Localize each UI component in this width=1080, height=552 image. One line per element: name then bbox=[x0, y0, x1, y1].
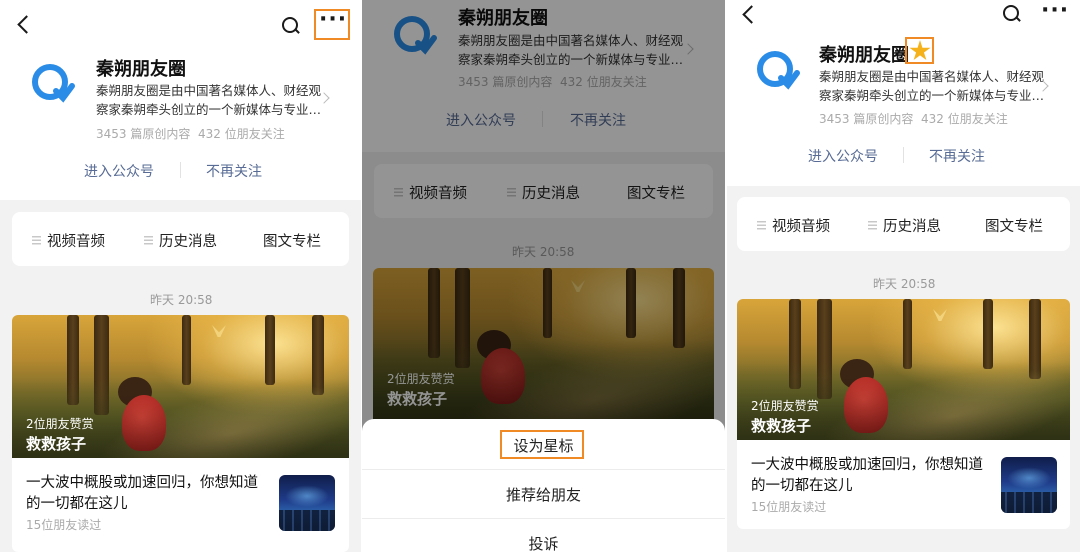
more-highlight bbox=[314, 9, 350, 40]
account-menu: 视频音频 历史消息 图文专栏 bbox=[12, 212, 349, 266]
menu-icon bbox=[757, 221, 766, 230]
article-meta: 15位朋友读过 bbox=[26, 518, 102, 532]
back-icon[interactable] bbox=[12, 14, 36, 38]
set-star-highlight bbox=[500, 430, 584, 459]
article-title: 一大波中概股或加速回归，你想知道 的一切都在这儿 bbox=[26, 473, 258, 515]
unfollow-button[interactable]: 不再关注 bbox=[206, 161, 262, 181]
divider bbox=[362, 469, 725, 470]
article-title-line: 的一切都在这儿 bbox=[26, 496, 128, 512]
header-section: ··· 秦朔朋友圈 秦朔朋友圈是由中国著名媒体人、财经观 察家秦朔牵头创立的一个… bbox=[727, 0, 1080, 186]
cover-subtitle: 2位朋友赞赏 bbox=[751, 399, 819, 413]
feed-date: 昨天 20:58 bbox=[150, 293, 213, 307]
article-title-line: 的一切都在这儿 bbox=[751, 478, 853, 494]
menu-item-history[interactable]: 历史消息 bbox=[868, 215, 941, 236]
article-thumbnail bbox=[279, 475, 335, 531]
account-menu: 视频音频 历史消息 图文专栏 bbox=[737, 197, 1070, 251]
feed-date: 昨天 20:58 bbox=[873, 277, 936, 291]
description-line: 秦朔朋友圈是由中国著名媒体人、财经观 bbox=[96, 83, 322, 98]
account-logo bbox=[751, 45, 801, 95]
account-name: 秦朔朋友圈 bbox=[819, 45, 909, 66]
articles-count: 3453 篇原创内容 bbox=[819, 112, 914, 126]
article-title-line: 一大波中概股或加速回归，你想知道 bbox=[26, 475, 258, 491]
article-title-line: 一大波中概股或加速回归，你想知道 bbox=[751, 457, 983, 473]
menu-item-video[interactable]: 视频音频 bbox=[757, 215, 830, 236]
action-sheet: 设为星标 推荐给朋友 投诉 bbox=[362, 419, 725, 552]
description-line: 察家秦朔牵头创立的一个新媒体与专业… bbox=[96, 102, 322, 117]
cover-title: 救救孩子 bbox=[751, 417, 812, 435]
friends-following: 432 位朋友关注 bbox=[921, 112, 1008, 126]
account-stats: 3453 篇原创内容 432 位朋友关注 bbox=[819, 110, 1008, 127]
description-line: 秦朔朋友圈是由中国著名媒体人、财经观 bbox=[819, 69, 1045, 84]
menu-icon bbox=[144, 236, 153, 245]
account-name: 秦朔朋友圈 bbox=[96, 59, 186, 80]
article-title: 一大波中概股或加速回归，你想知道 的一切都在这儿 bbox=[751, 455, 983, 497]
menu-icon bbox=[868, 221, 877, 230]
search-icon[interactable] bbox=[280, 15, 302, 37]
cover-title: 救救孩子 bbox=[26, 435, 87, 453]
menu-label: 图文专栏 bbox=[985, 219, 1043, 235]
articles-count: 3453 篇原创内容 bbox=[96, 127, 191, 141]
unfollow-button[interactable]: 不再关注 bbox=[929, 146, 985, 166]
menu-item-column[interactable]: 图文专栏 bbox=[985, 215, 1043, 236]
account-description: 秦朔朋友圈是由中国著名媒体人、财经观 察家秦朔牵头创立的一个新媒体与专业… bbox=[96, 81, 321, 119]
enter-account-button[interactable]: 进入公众号 bbox=[808, 146, 878, 166]
recommend-button[interactable]: 推荐给朋友 bbox=[362, 484, 725, 505]
report-button[interactable]: 投诉 bbox=[362, 533, 725, 552]
divider bbox=[903, 147, 904, 163]
article-card[interactable]: 2位朋友赞赏 救救孩子 一大波中概股或加速回归，你想知道 的一切都在这儿 15位… bbox=[737, 299, 1070, 529]
header-section: ··· 秦朔朋友圈 秦朔朋友圈是由中国著名媒体人、财经观 察家秦朔牵头创立的一个… bbox=[0, 0, 361, 200]
menu-label: 视频音频 bbox=[47, 234, 105, 250]
cover-image: 2位朋友赞赏 救救孩子 bbox=[12, 315, 349, 458]
account-description: 秦朔朋友圈是由中国著名媒体人、财经观 察家秦朔牵头创立的一个新媒体与专业… bbox=[819, 67, 1044, 105]
panel-starred: ··· 秦朔朋友圈 秦朔朋友圈是由中国著名媒体人、财经观 察家秦朔牵头创立的一个… bbox=[727, 0, 1080, 552]
search-icon[interactable] bbox=[1001, 3, 1023, 25]
divider bbox=[362, 518, 725, 519]
panel-profile: ··· 秦朔朋友圈 秦朔朋友圈是由中国著名媒体人、财经观 察家秦朔牵头创立的一个… bbox=[0, 0, 361, 552]
divider bbox=[180, 162, 181, 178]
back-icon[interactable] bbox=[737, 4, 761, 28]
menu-label: 历史消息 bbox=[159, 234, 217, 250]
account-stats: 3453 篇原创内容 432 位朋友关注 bbox=[96, 125, 285, 142]
menu-label: 图文专栏 bbox=[263, 234, 321, 250]
menu-label: 视频音频 bbox=[772, 219, 830, 235]
article-meta: 15位朋友读过 bbox=[751, 500, 827, 514]
menu-item-history[interactable]: 历史消息 bbox=[144, 230, 217, 251]
panel-action-sheet: 秦朔朋友圈 秦朔朋友圈是由中国著名媒体人、财经观 察家秦朔牵头创立的一个新媒体与… bbox=[362, 0, 725, 552]
menu-icon bbox=[32, 236, 41, 245]
cover-image: 2位朋友赞赏 救救孩子 bbox=[737, 299, 1070, 440]
article-thumbnail bbox=[1001, 457, 1057, 513]
menu-item-video[interactable]: 视频音频 bbox=[32, 230, 105, 251]
article-card[interactable]: 2位朋友赞赏 救救孩子 一大波中概股或加速回归，你想知道 的一切都在这儿 15位… bbox=[12, 315, 349, 552]
enter-account-button[interactable]: 进入公众号 bbox=[84, 161, 154, 181]
more-icon[interactable]: ··· bbox=[1041, 0, 1069, 22]
menu-label: 历史消息 bbox=[883, 219, 941, 235]
cover-subtitle: 2位朋友赞赏 bbox=[26, 417, 94, 431]
account-logo bbox=[26, 58, 76, 108]
menu-item-column[interactable]: 图文专栏 bbox=[263, 230, 321, 251]
description-line: 察家秦朔牵头创立的一个新媒体与专业… bbox=[819, 88, 1045, 103]
friends-following: 432 位朋友关注 bbox=[198, 127, 285, 141]
